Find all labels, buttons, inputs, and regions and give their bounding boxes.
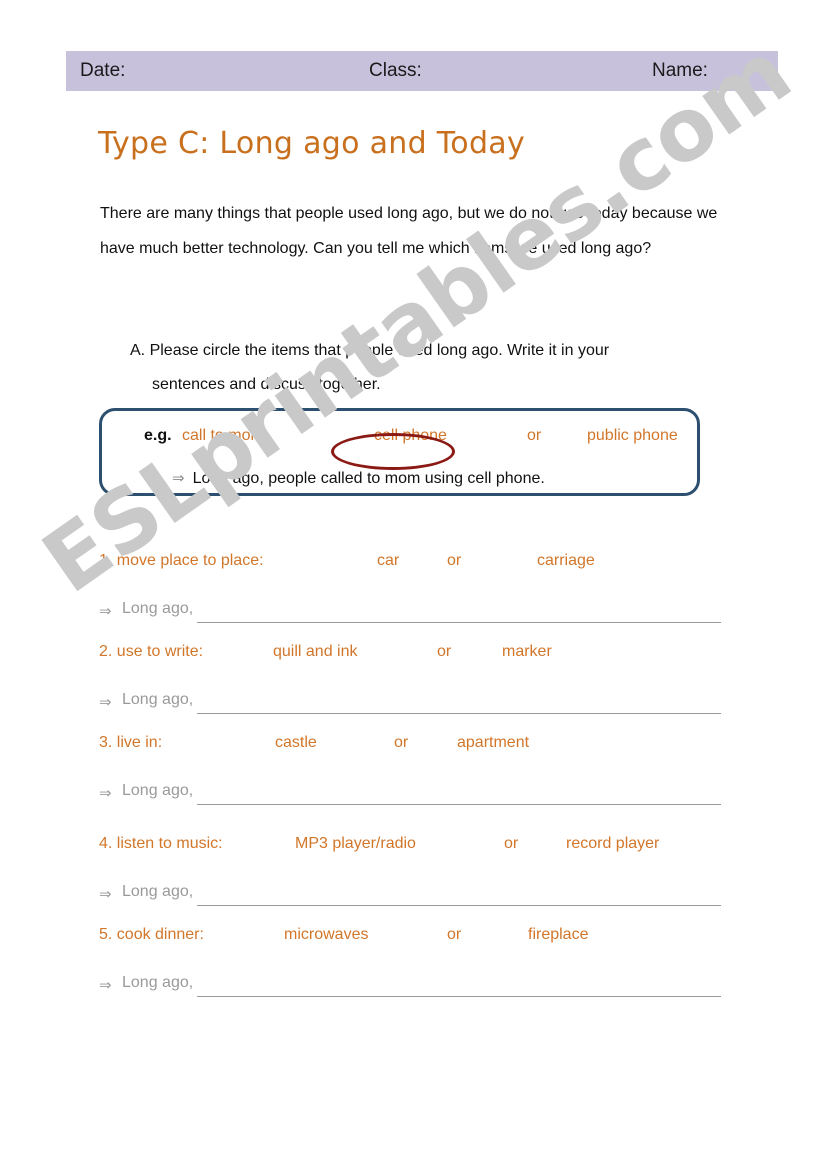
question-or-label: or (504, 835, 519, 852)
question-line: 5. cook dinner: microwaves or fireplace (99, 926, 739, 952)
writing-rule[interactable] (197, 622, 721, 623)
example-option-b[interactable]: public phone (587, 427, 678, 445)
example-option-a[interactable]: cell phone (374, 427, 447, 445)
answer-prefix-label: Long ago, (122, 600, 194, 617)
class-label: Class: (369, 60, 422, 81)
writing-rule[interactable] (197, 713, 721, 714)
question-line: 2. use to write: quill and ink or marker (99, 643, 739, 669)
question-option-a[interactable]: castle (275, 734, 317, 752)
question-or-label: or (437, 643, 452, 660)
double-arrow-icon: ⇒ (99, 603, 112, 620)
writing-rule[interactable] (197, 905, 721, 906)
question-option-b[interactable]: apartment (457, 734, 529, 752)
question-option-a[interactable]: quill and ink (273, 643, 358, 661)
instruction-block: A. Please circle the items that people u… (130, 334, 730, 402)
double-arrow-icon: ⇒ (99, 886, 112, 903)
example-prompt: call to mom: (182, 427, 269, 444)
question-item-4: 4. listen to music: MP3 player/radio or … (99, 835, 739, 906)
question-prompt: 4. listen to music: (99, 835, 223, 852)
example-label: e.g. (144, 427, 172, 444)
writing-rule[interactable] (197, 804, 721, 805)
question-line: 1. move place to place: car or carriage (99, 552, 739, 578)
question-option-b[interactable]: carriage (537, 552, 595, 570)
question-or-label: or (447, 926, 462, 943)
double-arrow-icon: ⇒ (172, 470, 185, 487)
double-arrow-icon: ⇒ (99, 694, 112, 711)
question-item-1: 1. move place to place: car or carriage … (99, 552, 739, 623)
example-answer: ⇒ Long ago, people called to mom using ce… (172, 469, 545, 488)
question-prompt: 2. use to write: (99, 643, 204, 660)
writing-rule[interactable] (197, 996, 721, 997)
question-option-a[interactable]: car (377, 552, 399, 570)
question-option-b[interactable]: marker (502, 643, 552, 661)
answer-prefix-label: Long ago, (122, 883, 194, 900)
answer-prefix-label: Long ago, (122, 782, 194, 799)
example-answer-text: Long ago, people called to mom using cel… (192, 470, 545, 487)
answer-line[interactable]: ⇒ Long ago, (99, 600, 721, 626)
worksheet-page: ESLprintables.com Date: Class: Name: Typ… (0, 0, 826, 1169)
question-line: 4. listen to music: MP3 player/radio or … (99, 835, 739, 861)
page-title: Type C: Long ago and Today (98, 126, 526, 161)
question-option-b[interactable]: record player (566, 835, 659, 853)
answer-line[interactable]: ⇒ Long ago, (99, 782, 721, 808)
answer-line[interactable]: ⇒ Long ago, (99, 883, 721, 909)
question-or-label: or (394, 734, 409, 751)
question-option-a[interactable]: microwaves (284, 926, 368, 944)
instruction-line-1: A. Please circle the items that people u… (130, 342, 610, 359)
answer-prefix-label: Long ago, (122, 691, 194, 708)
question-option-a[interactable]: MP3 player/radio (295, 835, 416, 853)
example-box: e.g. call to mom: cell phone or public p… (99, 408, 700, 496)
double-arrow-icon: ⇒ (99, 785, 112, 802)
example-row: e.g. call to mom: cell phone or public p… (102, 427, 697, 470)
question-option-b[interactable]: fireplace (528, 926, 588, 944)
intro-paragraph: There are many things that people used l… (100, 205, 718, 257)
question-item-3: 3. live in: castle or apartment ⇒ Long a… (99, 734, 739, 805)
question-prompt: 3. live in: (99, 734, 163, 751)
name-label: Name: (652, 60, 708, 81)
answer-prefix-label: Long ago, (122, 974, 194, 991)
example-or-label: or (527, 427, 542, 444)
answer-line[interactable]: ⇒ Long ago, (99, 974, 721, 1000)
instruction-line-2: sentences and discuss together. (152, 376, 381, 393)
question-prompt: 1. move place to place: (99, 552, 264, 569)
answer-line[interactable]: ⇒ Long ago, (99, 691, 721, 717)
question-item-2: 2. use to write: quill and ink or marker… (99, 643, 739, 714)
date-label: Date: (80, 60, 126, 81)
header-bar: Date: Class: Name: (66, 51, 778, 91)
question-prompt: 5. cook dinner: (99, 926, 204, 943)
double-arrow-icon: ⇒ (99, 977, 112, 994)
question-or-label: or (447, 552, 462, 569)
question-item-5: 5. cook dinner: microwaves or fireplace … (99, 926, 739, 997)
question-line: 3. live in: castle or apartment (99, 734, 739, 760)
